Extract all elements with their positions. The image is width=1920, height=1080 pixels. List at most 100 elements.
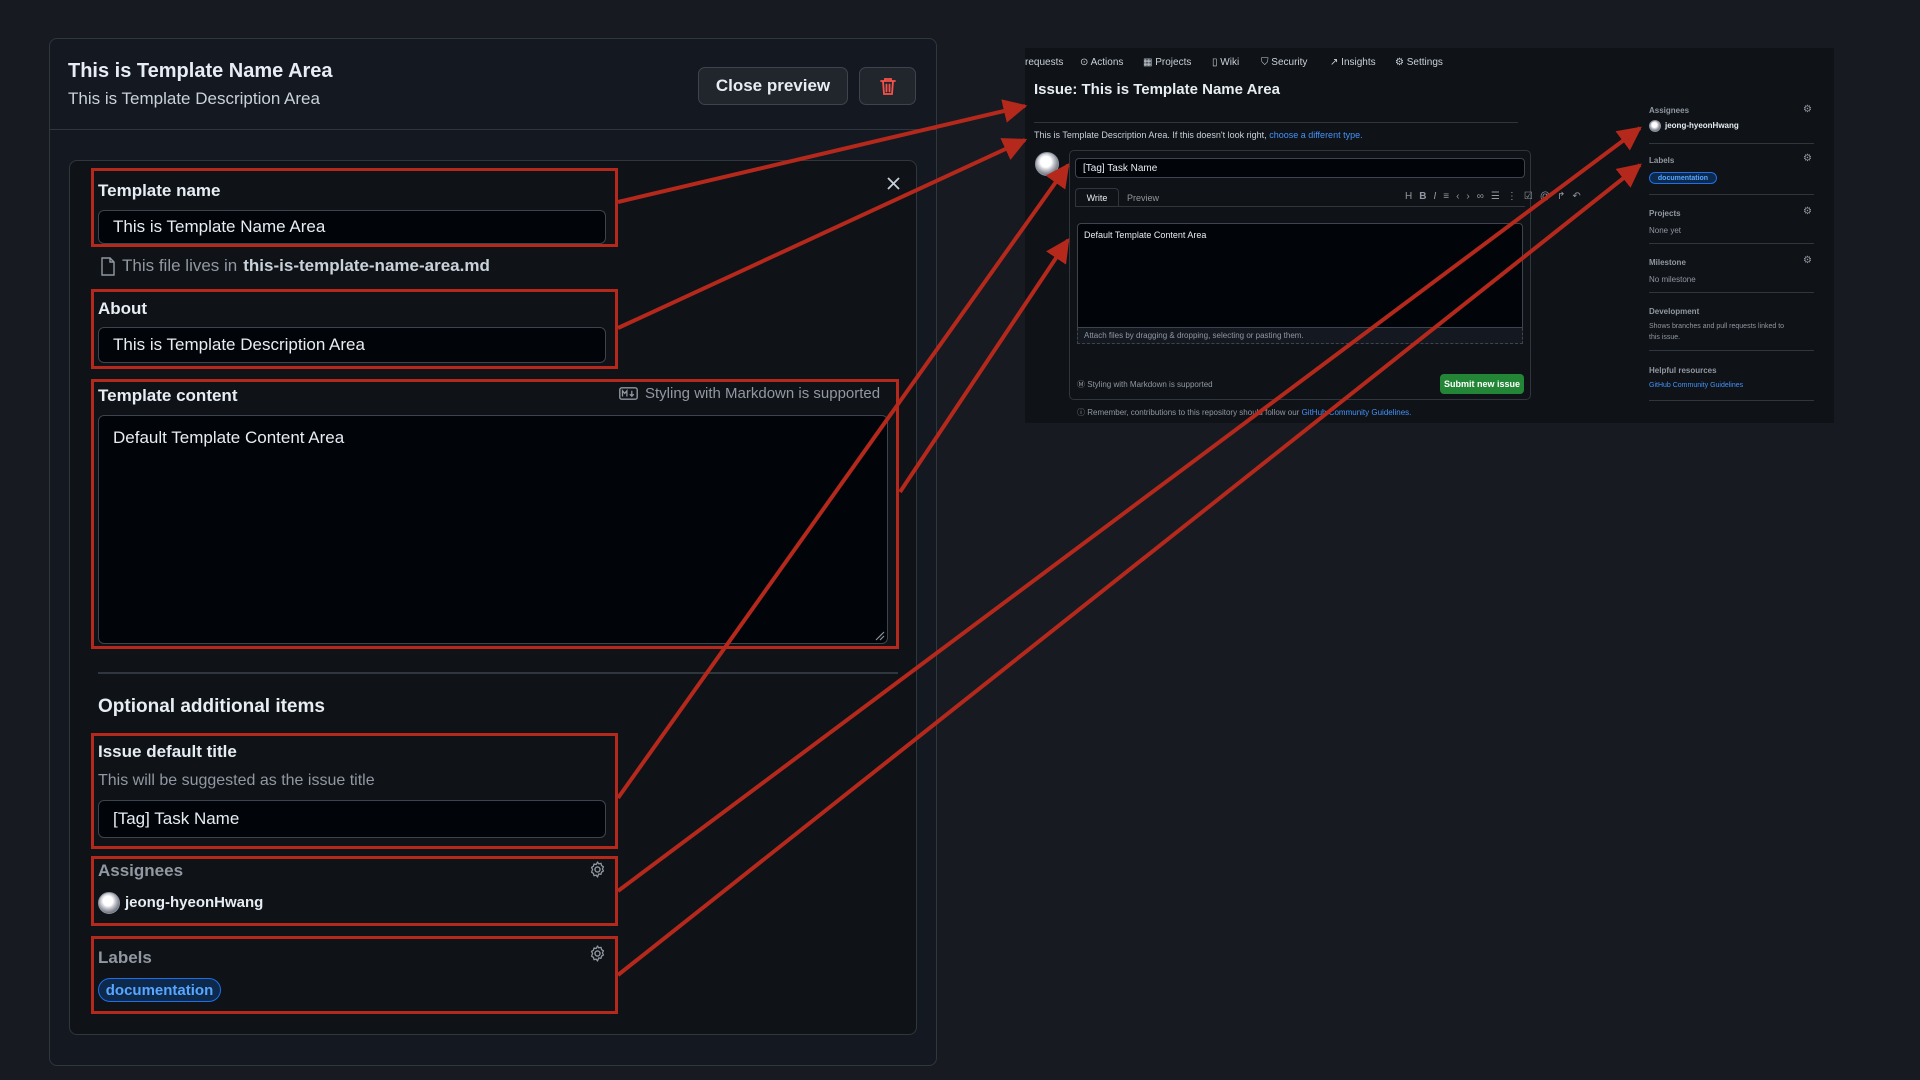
nav-insights[interactable]: ↗ Insights xyxy=(1330,57,1376,68)
undo-icon[interactable]: ↶ xyxy=(1572,191,1587,202)
projects-icon: ▦ xyxy=(1143,57,1156,68)
nav-requests[interactable]: requests xyxy=(1025,57,1063,68)
template-content-value: Default Template Content Area xyxy=(113,428,345,447)
issue-title-input[interactable]: [Tag] Task Name xyxy=(98,800,606,838)
header-divider xyxy=(50,129,936,130)
about-label: About xyxy=(98,299,148,318)
sidebar-milestone-gear-icon[interactable]: ⚙ xyxy=(1803,255,1812,266)
assignee-name[interactable]: jeong-hyeonHwang xyxy=(125,894,263,911)
heading-icon[interactable]: H xyxy=(1405,191,1419,202)
guidelines-note: ⓘ Remember, contributions to this reposi… xyxy=(1077,408,1412,417)
optional-items-heading: Optional additional items xyxy=(98,696,325,717)
sidebar-help-heading: Helpful resources xyxy=(1649,366,1717,375)
assignee-avatar xyxy=(98,892,120,914)
nav-security[interactable]: ⛉ Security xyxy=(1261,57,1307,68)
attach-files-text: Attach files by dragging & dropping, sel… xyxy=(1084,331,1304,340)
markdown-icon: Ⓜ xyxy=(1077,380,1088,389)
delete-template-button[interactable] xyxy=(859,67,916,105)
link-icon[interactable]: ∞ xyxy=(1477,191,1491,202)
issue-heading: Issue: This is Template Name Area xyxy=(1034,81,1280,98)
label-chip-documentation[interactable]: documentation xyxy=(98,978,221,1002)
reference-icon[interactable]: ↱ xyxy=(1557,191,1572,202)
sidebar-labels-heading: Labels xyxy=(1649,156,1675,165)
author-avatar xyxy=(1035,152,1059,176)
sidebar-divider-5 xyxy=(1649,350,1814,351)
sidebar-projects-gear-icon[interactable]: ⚙ xyxy=(1803,206,1812,217)
sidebar-milestone-value: No milestone xyxy=(1649,275,1696,284)
heading-divider xyxy=(1034,122,1518,123)
tabs-divider xyxy=(1075,206,1525,207)
nav-settings[interactable]: ⚙ Settings xyxy=(1395,57,1443,68)
sidebar-projects-value: None yet xyxy=(1649,226,1682,235)
gear-icon: ⚙ xyxy=(1395,57,1407,68)
tab-write[interactable]: Write xyxy=(1075,188,1119,207)
issue-title-hint: This will be suggested as the issue titl… xyxy=(98,772,375,789)
guidelines-link[interactable]: GitHub Community Guidelines. xyxy=(1302,408,1412,417)
italic-icon[interactable]: I xyxy=(1433,191,1443,202)
assignees-gear-icon[interactable] xyxy=(588,860,607,879)
issue-title-field[interactable]: [Tag] Task Name xyxy=(1075,158,1525,178)
list-icon[interactable]: ☰ xyxy=(1491,191,1507,202)
tab-preview[interactable]: Preview xyxy=(1127,193,1159,203)
sidebar-assignees-heading: Assignees xyxy=(1649,106,1690,115)
close-icon[interactable] xyxy=(882,172,904,194)
issue-preview-screenshot: requests ⊙ Actions ▦ Projects ▯ Wiki ⛉ S… xyxy=(1025,48,1834,423)
close-preview-button[interactable]: Close preview xyxy=(698,67,848,105)
editor-title: This is Template Name Area xyxy=(68,60,333,82)
markdown-support-note: Styling with Markdown is supported xyxy=(619,385,880,402)
code-icon[interactable]: ‹› xyxy=(1456,191,1477,202)
markdown-icon xyxy=(619,387,638,400)
sidebar-assignee-name[interactable]: jeong-hyeonHwang xyxy=(1665,121,1739,130)
sidebar-projects-heading: Projects xyxy=(1649,209,1681,218)
sidebar-divider-6 xyxy=(1649,400,1814,401)
sidebar-guidelines-link[interactable]: GitHub Community Guidelines xyxy=(1649,382,1743,389)
template-name-input[interactable]: This is Template Name Area xyxy=(98,210,606,244)
issue-title-label: Issue default title xyxy=(98,742,237,761)
file-icon xyxy=(101,256,115,276)
sidebar-label-chip[interactable]: documentation xyxy=(1649,172,1717,184)
sidebar-divider-4 xyxy=(1649,292,1814,293)
sidebar-assignee-avatar xyxy=(1649,120,1661,132)
about-input[interactable]: This is Template Description Area xyxy=(98,327,606,363)
mention-icon[interactable]: @ xyxy=(1540,191,1557,202)
issue-body-textarea[interactable]: Default Template Content Area xyxy=(1077,223,1523,328)
file-name: this-is-template-name-area.md xyxy=(243,256,490,275)
sidebar-development-text-1: Shows branches and pull requests linked … xyxy=(1649,323,1785,330)
task-list-icon[interactable]: ☑ xyxy=(1524,191,1540,202)
formatting-toolbar[interactable]: HBI≡‹›∞☰⋮☑@↱↶ xyxy=(1405,191,1588,202)
sidebar-milestone-heading: Milestone xyxy=(1649,258,1686,267)
assignees-label: Assignees xyxy=(98,861,184,880)
sidebar-development-heading: Development xyxy=(1649,307,1700,316)
file-location-note: This file lives in this-is-template-name… xyxy=(100,256,490,276)
sidebar-development-text-2: this issue. xyxy=(1649,334,1681,341)
sidebar-assignees-gear-icon[interactable]: ⚙ xyxy=(1803,104,1812,115)
section-divider xyxy=(98,672,898,674)
sidebar-labels-gear-icon[interactable]: ⚙ xyxy=(1803,153,1812,164)
highlight-labels xyxy=(91,936,618,1014)
sidebar-divider-3 xyxy=(1649,243,1814,244)
shield-icon: ⛉ xyxy=(1261,57,1272,68)
sidebar-divider-1 xyxy=(1649,143,1814,144)
template-content-label: Template content xyxy=(98,386,238,405)
nav-wiki[interactable]: ▯ Wiki xyxy=(1212,57,1239,68)
ordered-list-icon[interactable]: ⋮ xyxy=(1507,191,1524,202)
info-icon: ⓘ xyxy=(1077,408,1088,417)
graph-icon: ↗ xyxy=(1330,57,1342,68)
submit-new-issue-button[interactable]: Submit new issue xyxy=(1440,374,1524,394)
labels-gear-icon[interactable] xyxy=(588,944,607,963)
nav-actions[interactable]: ⊙ Actions xyxy=(1080,57,1123,68)
attach-files-bar[interactable]: Attach files by dragging & dropping, sel… xyxy=(1077,328,1523,344)
template-content-textarea[interactable]: Default Template Content Area xyxy=(98,415,888,644)
sidebar-divider-2 xyxy=(1649,194,1814,195)
resize-handle-icon[interactable] xyxy=(875,631,885,641)
template-name-label: Template name xyxy=(98,181,221,200)
markdown-support-text: Styling with Markdown is supported xyxy=(645,385,881,402)
quote-icon[interactable]: ≡ xyxy=(1443,191,1456,202)
bold-icon[interactable]: B xyxy=(1419,191,1433,202)
nav-projects[interactable]: ▦ Projects xyxy=(1143,57,1191,68)
preview-markdown-note: Ⓜ Styling with Markdown is supported xyxy=(1077,380,1213,389)
choose-type-link[interactable]: choose a different type. xyxy=(1269,130,1362,140)
trash-icon xyxy=(879,78,896,95)
actions-icon: ⊙ xyxy=(1080,57,1091,68)
file-location-prefix: This file lives in xyxy=(122,256,238,275)
